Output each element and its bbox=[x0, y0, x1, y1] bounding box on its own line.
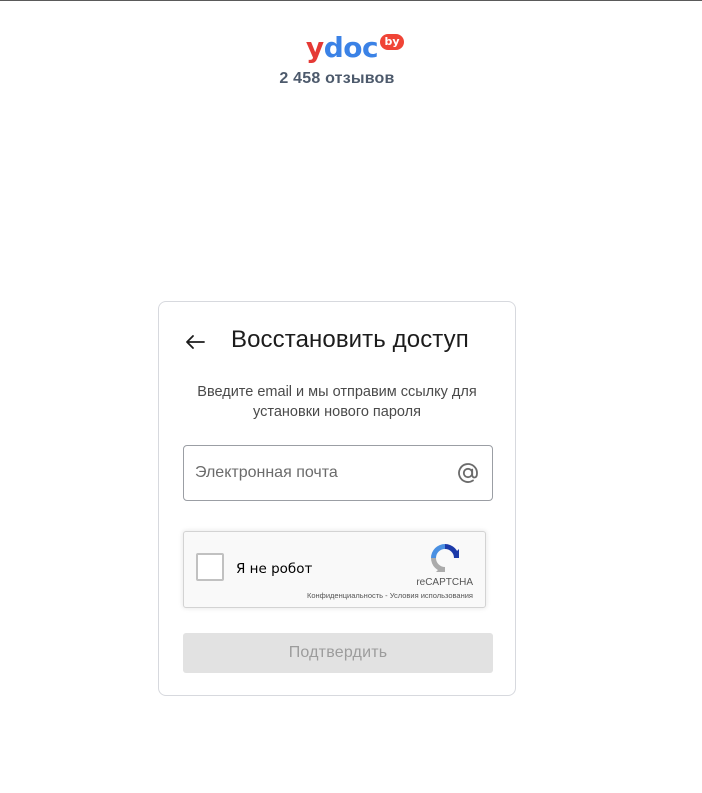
page-title: Восстановить доступ bbox=[231, 326, 469, 353]
ydoc-logo[interactable]: ydoc by bbox=[305, 28, 405, 68]
reviews-count[interactable]: 2 458 отзывов bbox=[0, 70, 674, 88]
recaptcha-logo-icon bbox=[431, 544, 459, 572]
confirm-button[interactable]: Подтвердить bbox=[183, 633, 493, 673]
recaptcha-brand: reCAPTCHA bbox=[416, 577, 473, 588]
logo-letter-y: y bbox=[305, 31, 324, 64]
top-divider bbox=[0, 0, 702, 1]
instructions-text: Введите email и мы отправим ссылку для у… bbox=[197, 384, 477, 420]
recaptcha-links-separator: - bbox=[383, 591, 390, 600]
email-field[interactable] bbox=[184, 446, 492, 500]
site-header: ydoc by 2 458 отзывов bbox=[0, 28, 674, 88]
recaptcha-checkbox[interactable] bbox=[196, 553, 224, 581]
at-icon bbox=[458, 463, 478, 483]
recaptcha-terms-link[interactable]: Условия использования bbox=[390, 591, 473, 600]
recaptcha-label: Я не робот bbox=[236, 561, 313, 577]
arrow-left-icon bbox=[186, 335, 205, 349]
back-button[interactable] bbox=[181, 328, 209, 356]
recaptcha-widget: Я не робот reCAPTCHA Конфиденциальность … bbox=[183, 531, 486, 608]
recaptcha-links: Конфиденциальность - Условия использован… bbox=[307, 591, 473, 600]
logo-badge-by: by bbox=[380, 34, 405, 50]
email-field-wrapper bbox=[183, 445, 493, 501]
restore-access-card: Восстановить доступ Введите email и мы о… bbox=[158, 301, 516, 696]
recaptcha-privacy-link[interactable]: Конфиденциальность bbox=[307, 591, 383, 600]
logo-text-doc: doc bbox=[323, 31, 379, 64]
